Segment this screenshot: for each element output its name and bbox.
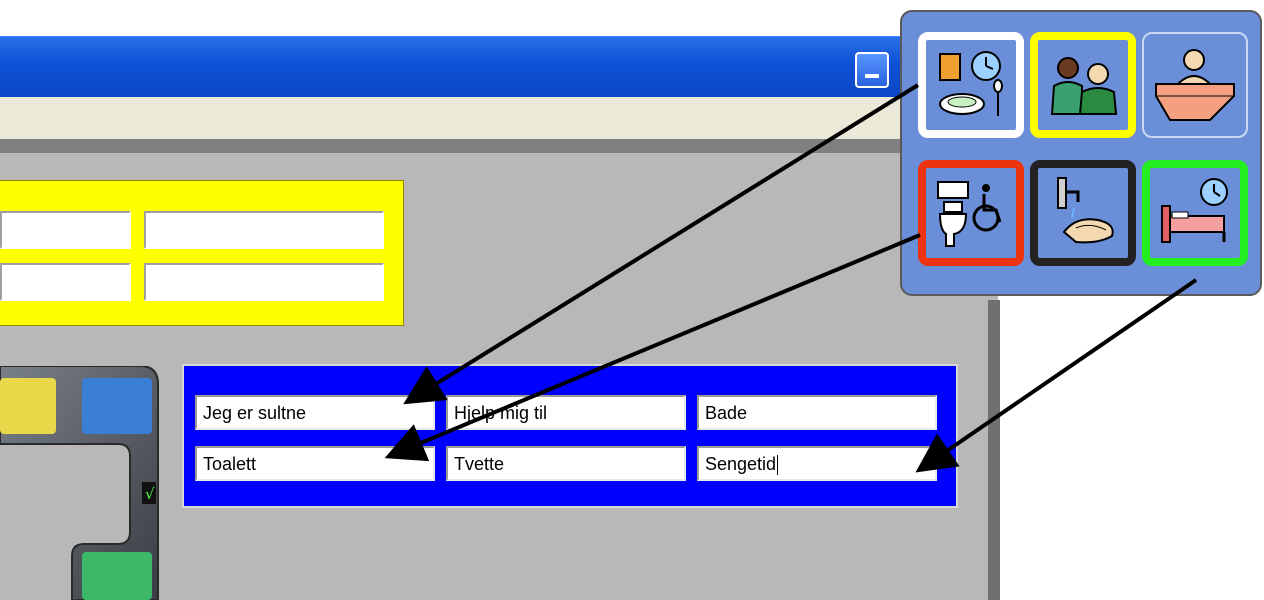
arrow-eat-to-field — [403, 83, 920, 405]
arrow-bedtime-to-field — [915, 278, 1198, 473]
arrow-toilet-to-field — [384, 233, 921, 462]
annotation-arrows — [384, 83, 1198, 473]
